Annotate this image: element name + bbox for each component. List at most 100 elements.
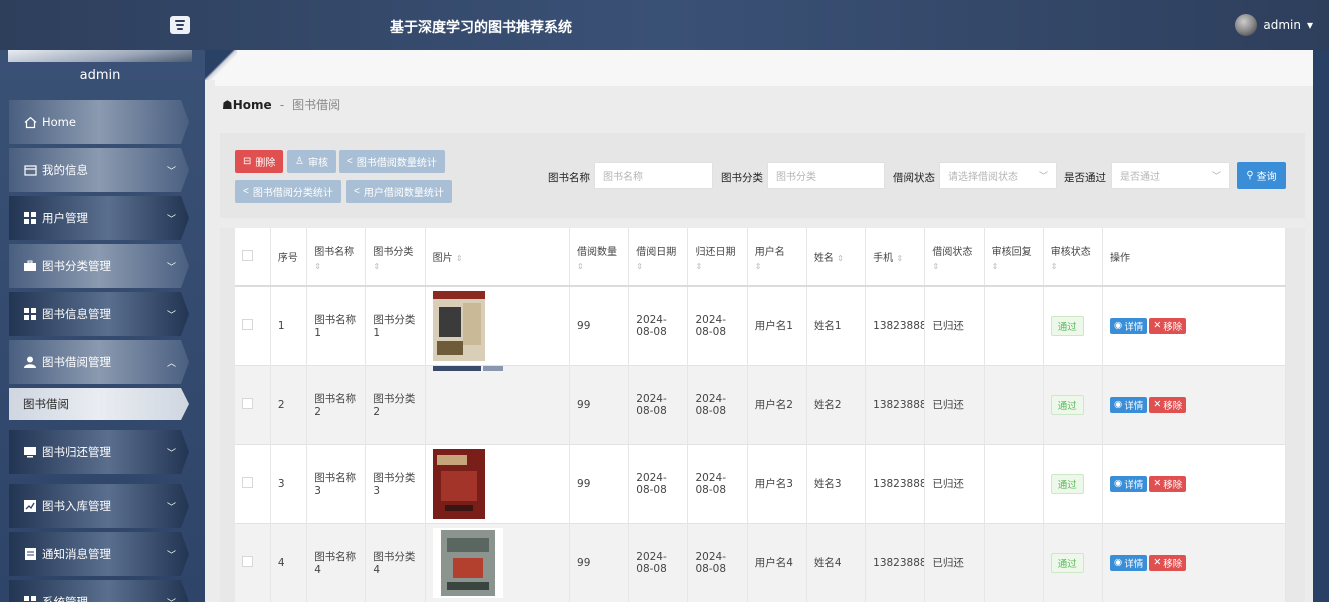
- col-header[interactable]: 归还日期 ⇕: [687, 228, 748, 286]
- delete-button[interactable]: ⊟ 删除: [235, 150, 284, 173]
- sidebar-item-my-info[interactable]: 我的信息 ﹀: [9, 148, 189, 192]
- breadcrumb-home[interactable]: ☗Home: [222, 98, 276, 112]
- row-checkbox[interactable]: [242, 476, 253, 488]
- detail-button[interactable]: ◉ 详情: [1110, 554, 1148, 571]
- row-select-cell[interactable]: [235, 286, 271, 365]
- menu-toggle-button[interactable]: [170, 16, 190, 34]
- sidebar-item-label: 图书入库管理: [42, 499, 111, 513]
- col-header[interactable]: 审核回复 ⇕: [984, 228, 1044, 286]
- status-badge: 通过: [1050, 394, 1084, 415]
- sidebar-item-borrow-management[interactable]: 图书借阅管理 ︿: [9, 340, 189, 384]
- sidebar-item-home[interactable]: Home: [9, 100, 189, 144]
- remove-button[interactable]: ✕ 移除: [1149, 396, 1187, 413]
- remove-button[interactable]: ✕ 移除: [1149, 317, 1187, 334]
- sort-icon[interactable]: ⇕: [755, 262, 799, 271]
- close-icon: ✕: [1153, 557, 1162, 569]
- col-header[interactable]: 审核状态 ⇕: [1043, 228, 1104, 286]
- sidebar-item-users[interactable]: 用户管理 ﹀: [9, 196, 189, 240]
- sort-icon[interactable]: ⇕: [577, 262, 621, 271]
- detail-button[interactable]: ◉ 详情: [1110, 475, 1148, 492]
- grid-icon: [23, 211, 37, 225]
- row-checkbox[interactable]: [242, 555, 253, 567]
- col-header[interactable]: 借阅状态 ⇕: [924, 228, 985, 286]
- col-header[interactable]: 姓名 ⇕: [806, 228, 867, 286]
- sort-icon[interactable]: ⇕: [837, 254, 844, 263]
- user-menu[interactable]: admin ▾: [1235, 14, 1313, 36]
- remove-button[interactable]: ✕ 移除: [1149, 554, 1187, 571]
- chevron-up-icon: ︿: [167, 358, 177, 369]
- home-icon: ☗: [222, 98, 233, 112]
- borrow-quantity-stats-button[interactable]: < 图书借阅数量统计: [339, 150, 445, 173]
- id-card-icon: [23, 163, 37, 177]
- sidebar-item-label: 图书归还管理: [42, 445, 111, 459]
- select-all-checkbox[interactable]: [242, 249, 253, 261]
- borrow-category-stats-button[interactable]: < 图书借阅分类统计: [235, 180, 341, 203]
- cell-image: [425, 286, 571, 365]
- is-passed-label: 是否通过: [1064, 172, 1106, 184]
- chevron-down-icon: ﹀: [167, 262, 177, 273]
- breadcrumb-current: 图书借阅: [292, 98, 341, 112]
- sort-icon[interactable]: ⇕: [896, 254, 903, 263]
- col-header[interactable]: 图片 ⇕: [425, 228, 571, 286]
- sort-icon[interactable]: ⇕: [314, 262, 358, 271]
- book-cover-image[interactable]: [432, 365, 503, 372]
- book-category-label: 图书分类: [721, 172, 763, 184]
- cell-audit-reply: [984, 365, 1044, 444]
- sidebar-item-system[interactable]: 系统管理 ﹀: [9, 580, 189, 602]
- table-header-row: 序号 图书名称 ⇕ 图书分类 ⇕ 图片 ⇕ 借阅数量 ⇕ 借阅日期 ⇕ 归还日期 ⇕ 用户…: [235, 228, 1286, 286]
- row-select-cell[interactable]: [235, 523, 271, 602]
- col-header[interactable]: 借阅日期 ⇕: [628, 228, 689, 286]
- borrow-status-select[interactable]: 请选择借阅状态 ﹀: [939, 162, 1057, 189]
- sort-icon[interactable]: ⇕: [695, 262, 739, 271]
- sort-icon[interactable]: ⇕: [1051, 262, 1095, 271]
- sort-icon[interactable]: ⇕: [932, 262, 976, 271]
- borrow-status-label: 借阅状态: [893, 172, 935, 184]
- sidebar-item-book-category[interactable]: 图书分类管理 ﹀: [9, 244, 189, 288]
- cell-borrow-status: 已归还: [924, 365, 985, 444]
- sort-icon[interactable]: ⇕: [456, 254, 463, 263]
- cell-username: 用户名4: [747, 523, 807, 602]
- col-header[interactable]: 借阅数量 ⇕: [569, 228, 630, 286]
- status-badge: 通过: [1050, 552, 1084, 573]
- cell-quantity: 99: [569, 444, 630, 523]
- sort-icon[interactable]: ⇕: [636, 262, 680, 271]
- search-button[interactable]: ⚲ 查询: [1237, 162, 1286, 189]
- sidebar-item-book-borrow[interactable]: 图书借阅: [9, 388, 189, 420]
- sidebar-item-notifications[interactable]: 通知消息管理 ﹀: [9, 532, 189, 576]
- detail-button[interactable]: ◉ 详情: [1110, 396, 1148, 413]
- chevron-down-icon: ﹀: [167, 448, 177, 459]
- book-category-input[interactable]: 图书分类: [767, 162, 885, 189]
- sidebar-item-book-info[interactable]: 图书信息管理 ﹀: [9, 292, 189, 336]
- sidebar-item-book-return[interactable]: 图书归还管理 ﹀: [9, 430, 189, 474]
- sidebar-item-book-stock[interactable]: 图书入库管理 ﹀: [9, 484, 189, 528]
- book-name-input[interactable]: 图书名称: [594, 162, 713, 189]
- cell-audit-status: 通过: [1043, 444, 1104, 523]
- cell-quantity: 99: [569, 286, 630, 365]
- detail-button[interactable]: ◉ 详情: [1110, 317, 1148, 334]
- audit-button[interactable]: ♙ 审核: [287, 150, 336, 173]
- select-all-cell[interactable]: [235, 228, 271, 286]
- status-badge: 通过: [1050, 473, 1084, 494]
- cell-borrow-date: 2024-08-08: [628, 365, 689, 444]
- user-borrow-stats-button[interactable]: < 用户借阅数量统计: [346, 180, 452, 203]
- col-header[interactable]: 图书名称 ⇕: [306, 228, 367, 286]
- col-header[interactable]: 手机 ⇕: [865, 228, 926, 286]
- sort-icon[interactable]: ⇕: [992, 262, 1036, 271]
- book-cover-image[interactable]: [432, 448, 485, 519]
- remove-button[interactable]: ✕ 移除: [1149, 475, 1187, 492]
- col-header[interactable]: 图书分类 ⇕: [365, 228, 426, 286]
- row-select-cell[interactable]: [235, 444, 271, 523]
- table-area: 序号 图书名称 ⇕ 图书分类 ⇕ 图片 ⇕ 借阅数量 ⇕ 借阅日期 ⇕ 归还日期 ⇕ 用户…: [220, 228, 1305, 602]
- cell-quantity: 99: [569, 365, 630, 444]
- row-select-cell[interactable]: [235, 365, 271, 444]
- share-icon: <: [243, 186, 249, 197]
- book-cover-image[interactable]: [432, 527, 503, 598]
- is-passed-select[interactable]: 是否通过 ﹀: [1111, 162, 1230, 189]
- book-cover-image[interactable]: [432, 290, 485, 361]
- sort-icon[interactable]: ⇕: [373, 262, 417, 271]
- row-checkbox[interactable]: [242, 397, 253, 409]
- cell-phone: 13823888882: [865, 365, 926, 444]
- sidebar-user: admin: [79, 68, 121, 83]
- row-checkbox[interactable]: [242, 318, 253, 330]
- col-header[interactable]: 用户名 ⇕: [747, 228, 807, 286]
